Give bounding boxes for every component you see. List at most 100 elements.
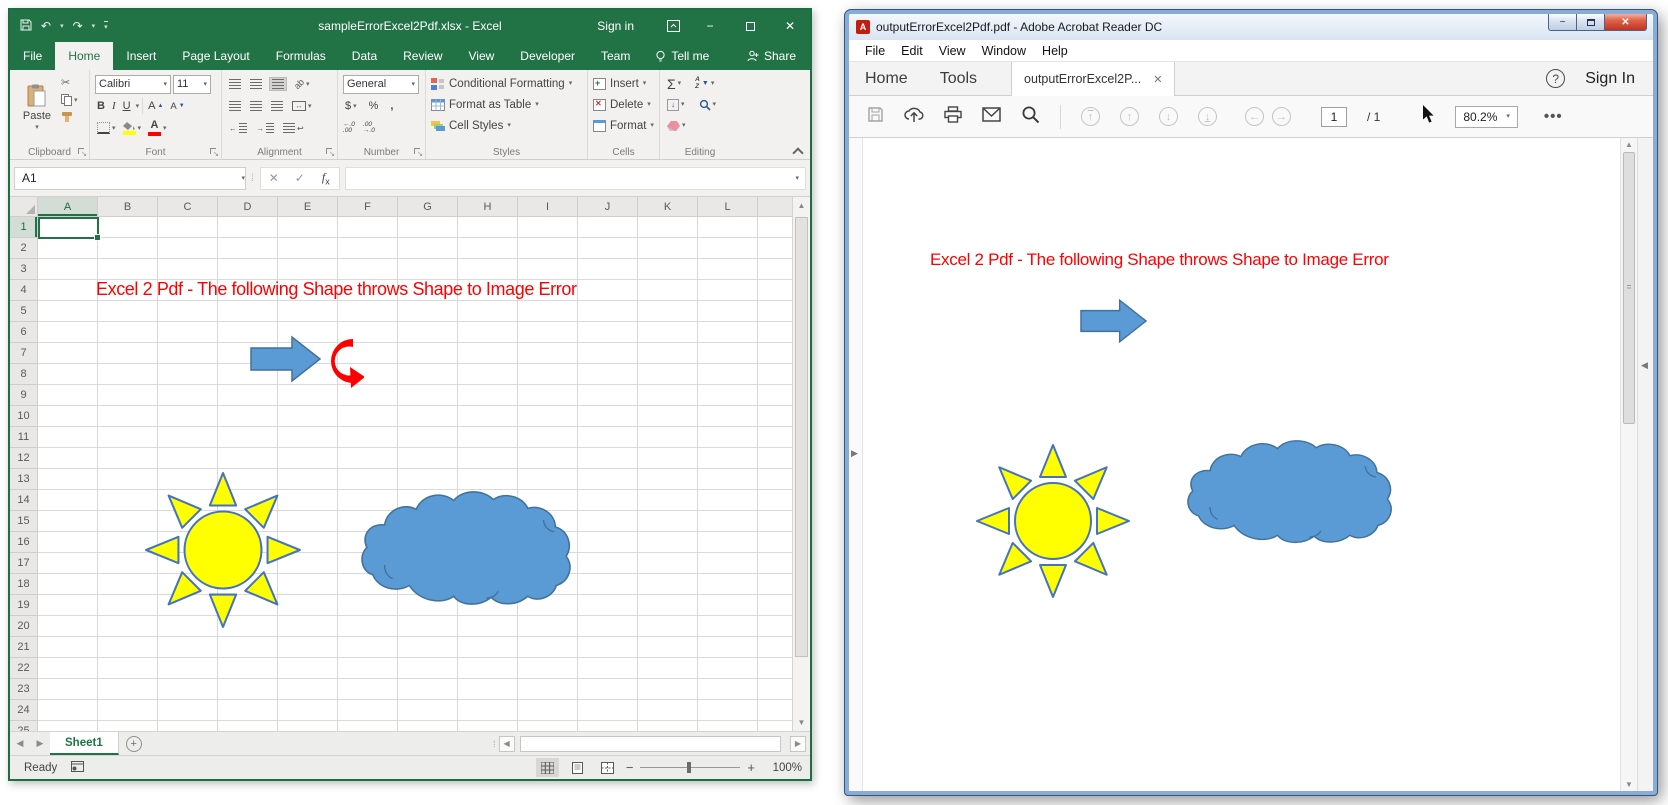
vertical-scrollbar[interactable]: ▲ ▼ (792, 197, 810, 731)
decrease-decimal-button[interactable]: .00→.0 (363, 122, 375, 135)
clear-button[interactable]: ▾ (665, 120, 688, 132)
decrease-font-button[interactable]: A▼ (168, 100, 186, 113)
format-painter-button[interactable] (59, 110, 80, 124)
close-button[interactable]: ✕ (1605, 14, 1647, 31)
maximize-button[interactable] (1577, 14, 1605, 31)
sheet-tab-sheet1[interactable]: Sheet1 (50, 732, 119, 755)
row-header[interactable]: 25 (10, 721, 37, 731)
sheet-nav-right-icon[interactable]: ▶ (30, 732, 50, 755)
autosum-button[interactable]: Σ▾ (665, 75, 683, 93)
search-icon[interactable] (1021, 105, 1040, 129)
row-header[interactable]: 10 (10, 406, 37, 427)
column-header[interactable]: I (518, 197, 578, 216)
sheet-nav-left-icon[interactable]: ◀ (10, 732, 30, 755)
sort-filter-button[interactable]: AZ ▼▾ (693, 76, 716, 91)
ribbon-tab[interactable]: Formulas (263, 42, 339, 70)
cut-button[interactable]: ✂ (59, 75, 80, 90)
underline-button[interactable]: U (121, 99, 133, 113)
comma-style-button[interactable]: , (388, 99, 395, 113)
decrease-indent-button[interactable]: ← (227, 122, 249, 134)
column-header[interactable]: L (698, 197, 758, 216)
align-right-button[interactable] (269, 100, 285, 112)
formula-input[interactable]: ▾ (345, 167, 806, 190)
wrap-text-button[interactable]: ↩ (281, 122, 306, 134)
selected-cell-a1[interactable] (38, 217, 99, 239)
row-header[interactable]: 19 (10, 595, 37, 616)
scroll-up-icon[interactable]: ▲ (793, 197, 810, 214)
scroll-down-icon[interactable]: ▼ (1621, 780, 1637, 789)
percent-style-button[interactable]: % (367, 99, 381, 113)
increase-indent-button[interactable]: → (254, 122, 276, 134)
scroll-up-icon[interactable]: ▲ (1621, 140, 1637, 149)
font-size-combo[interactable]: 11▾ (173, 75, 211, 94)
page-number-input[interactable]: 1 (1321, 107, 1347, 127)
menu-item[interactable]: Window (974, 44, 1034, 58)
row-header[interactable]: 23 (10, 679, 37, 700)
vertical-scroll-thumb[interactable] (795, 217, 808, 657)
cloud-shape[interactable] (360, 480, 577, 607)
row-header[interactable]: 1 (10, 217, 37, 238)
find-select-button[interactable]: ▾ (697, 98, 719, 112)
column-header[interactable]: B (98, 197, 158, 216)
tab-tools[interactable]: Tools (924, 62, 993, 95)
copy-button[interactable]: ▾ (59, 93, 80, 107)
increase-font-button[interactable]: A▲ (146, 99, 165, 113)
right-arrow-shape[interactable] (250, 335, 322, 383)
save-icon[interactable] (867, 106, 884, 128)
tell-me-box[interactable]: Tell me (643, 42, 721, 70)
row-header[interactable]: 7 (10, 343, 37, 364)
next-page-icon[interactable]: ↓ (1159, 107, 1178, 126)
column-header[interactable]: C (158, 197, 218, 216)
zoom-level-combo[interactable]: 80.2% ▾ (1455, 106, 1518, 128)
zoom-slider[interactable] (640, 767, 740, 768)
row-header[interactable]: 14 (10, 490, 37, 511)
previous-page-icon[interactable]: ↑ (1120, 107, 1139, 126)
menu-item[interactable]: View (931, 44, 974, 58)
vertical-scroll-thumb[interactable] (1623, 152, 1635, 424)
ribbon-tab[interactable]: Data (339, 42, 390, 70)
tab-home[interactable]: Home (849, 62, 924, 95)
ribbon-tab[interactable]: Insert (113, 42, 169, 70)
merge-center-button[interactable]: ↔▾ (290, 100, 314, 112)
enter-entry-icon[interactable]: ✓ (287, 171, 313, 185)
font-color-button[interactable]: A ▾ (146, 119, 169, 137)
accounting-format-button[interactable]: $▾ (343, 99, 359, 113)
help-icon[interactable]: ? (1546, 69, 1565, 88)
column-header[interactable]: A (38, 197, 98, 216)
hscroll-left-icon[interactable]: ◀ (499, 736, 515, 752)
row-header[interactable]: 9 (10, 385, 37, 406)
page-layout-view-button[interactable] (566, 758, 589, 777)
row-header[interactable]: 21 (10, 637, 37, 658)
acrobat-sign-in[interactable]: Sign In (1585, 70, 1635, 88)
name-box[interactable]: A1 ▾ (14, 167, 246, 190)
row-header[interactable]: 16 (10, 532, 37, 553)
document-tab[interactable]: outputErrorExcel2P... ✕ (1011, 62, 1175, 96)
row-header[interactable]: 3 (10, 259, 37, 280)
select-tool-icon[interactable] (1422, 105, 1435, 129)
cell-grid[interactable]: Excel 2 Pdf - The following Shape throws… (38, 217, 792, 731)
ribbon-tab[interactable]: View (456, 42, 508, 70)
curved-red-arrow-shape[interactable] (324, 336, 364, 388)
new-sheet-button[interactable]: + (119, 732, 149, 755)
zoom-slider-thumb[interactable] (687, 762, 691, 773)
normal-view-button[interactable] (536, 758, 559, 777)
menu-item[interactable]: Edit (893, 44, 931, 58)
ribbon-tab[interactable]: Team (588, 42, 643, 70)
ribbon-display-options-icon[interactable] (656, 10, 690, 42)
format-cells-button[interactable]: Format▾ (593, 115, 656, 136)
column-header[interactable]: K (638, 197, 698, 216)
row-header[interactable]: 15 (10, 511, 37, 532)
horizontal-scrollbar[interactable] (518, 736, 787, 752)
row-header[interactable]: 4 (10, 280, 37, 301)
menu-item[interactable]: File (857, 44, 893, 58)
nav-pane-strip[interactable]: ▶ (849, 138, 863, 791)
fill-button[interactable]: ↓▾ (665, 98, 687, 112)
italic-button[interactable]: I (110, 99, 118, 113)
tools-pane-strip[interactable]: ◀ (1637, 138, 1653, 791)
maximize-button[interactable] (730, 10, 770, 42)
page-break-view-button[interactable] (596, 758, 619, 777)
column-header[interactable]: H (458, 197, 518, 216)
format-as-table-button[interactable]: Format as Table▾ (431, 94, 584, 115)
column-header[interactable]: F (338, 197, 398, 216)
row-header[interactable]: 18 (10, 574, 37, 595)
